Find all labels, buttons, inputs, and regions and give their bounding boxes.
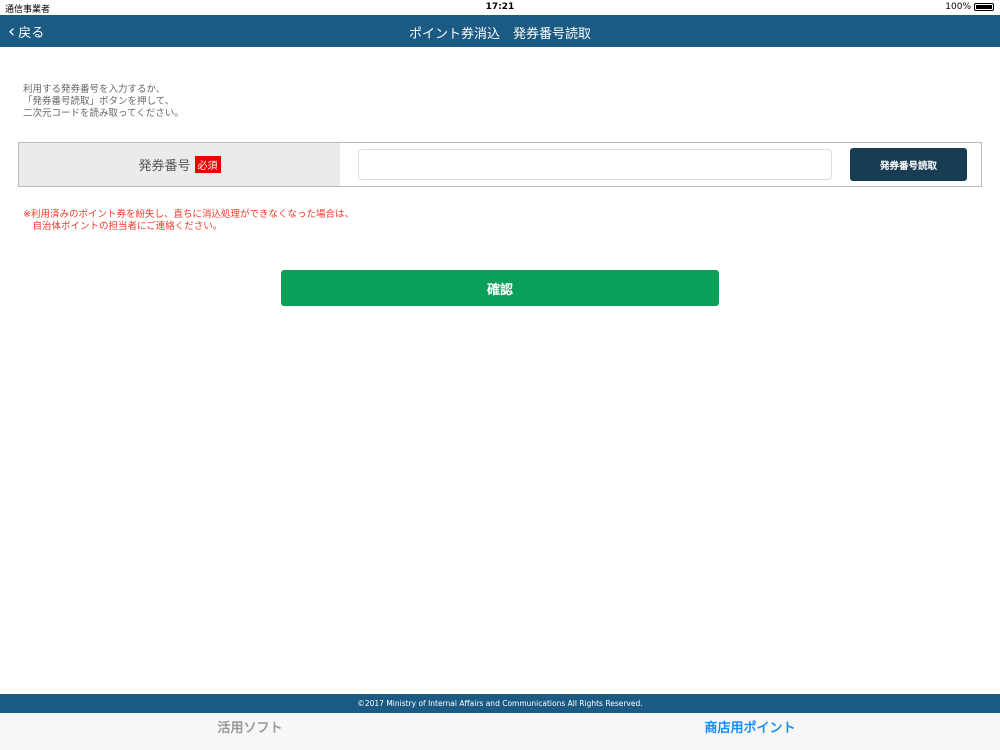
confirm-button[interactable]: 確認	[281, 270, 719, 306]
page-title: ポイント券消込 発券番号読取	[408, 27, 591, 42]
read-ticket-number-button[interactable]: 発券番号読取	[850, 148, 967, 181]
warning-note: ※利用済みのポイント券を紛失し、直ちに消込処理ができなくなった場合は、 自治体ポ…	[23, 209, 354, 233]
battery-icon	[974, 3, 994, 11]
tab-app-software[interactable]: 活用ソフト	[0, 713, 500, 750]
status-bar: 通信事業者 17:21 100%	[0, 0, 1000, 15]
battery-status: 100%	[945, 2, 994, 12]
note-line: 自治体ポイントの担当者にご連絡ください。	[23, 221, 223, 232]
note-line: ※利用済みのポイント券を紛失し、直ちに消込処理ができなくなった場合は、	[23, 209, 354, 220]
required-badge: 必須	[194, 156, 221, 173]
field-label: 発券番号	[138, 159, 191, 174]
battery-percent: 100%	[945, 2, 971, 12]
instruction-line: 「発券番号読取」ボタンを押して、	[23, 96, 175, 107]
ticket-number-row: 発券番号 必須 発券番号読取	[18, 142, 982, 187]
tab-store-points[interactable]: 商店用ポイント	[500, 713, 1000, 750]
instructions: 利用する発券番号を入力するか、 「発券番号読取」ボタンを押して、 二次元コードを…	[23, 84, 184, 120]
instruction-line: 二次元コードを読み取ってください。	[23, 108, 184, 119]
ticket-number-label: 発券番号 必須	[19, 143, 340, 186]
ticket-number-input[interactable]	[358, 149, 832, 180]
copyright: ©2017 Ministry of Internal Affairs and C…	[0, 694, 1000, 713]
nav-bar: ‹ 戻る ポイント券消込 発券番号読取	[0, 15, 1000, 47]
instruction-line: 利用する発券番号を入力するか、	[23, 84, 166, 95]
clock: 17:21	[485, 2, 515, 12]
tab-bar: 活用ソフト 商店用ポイント	[0, 713, 1000, 750]
